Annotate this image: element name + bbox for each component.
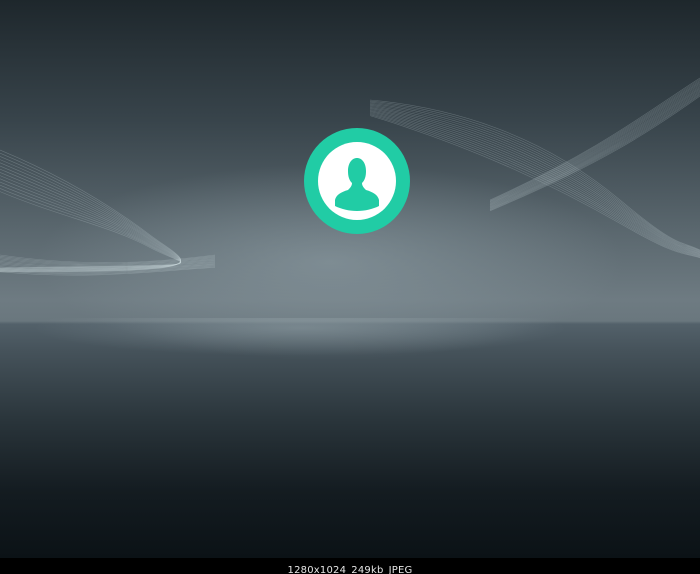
image-format: JPEG: [388, 565, 413, 574]
avatar-inner-circle: [318, 142, 396, 220]
image-size: 249kb: [351, 565, 384, 574]
image-viewer: 1280x1024 249kb JPEG: [0, 0, 700, 574]
user-silhouette-icon: [335, 158, 379, 211]
login-wallpaper: [0, 0, 700, 558]
user-avatar-button[interactable]: [304, 128, 410, 234]
status-bar: 1280x1024 249kb JPEG: [0, 558, 700, 574]
image-dimensions: 1280x1024: [287, 565, 347, 574]
decorative-wave-lines: [0, 77, 700, 276]
